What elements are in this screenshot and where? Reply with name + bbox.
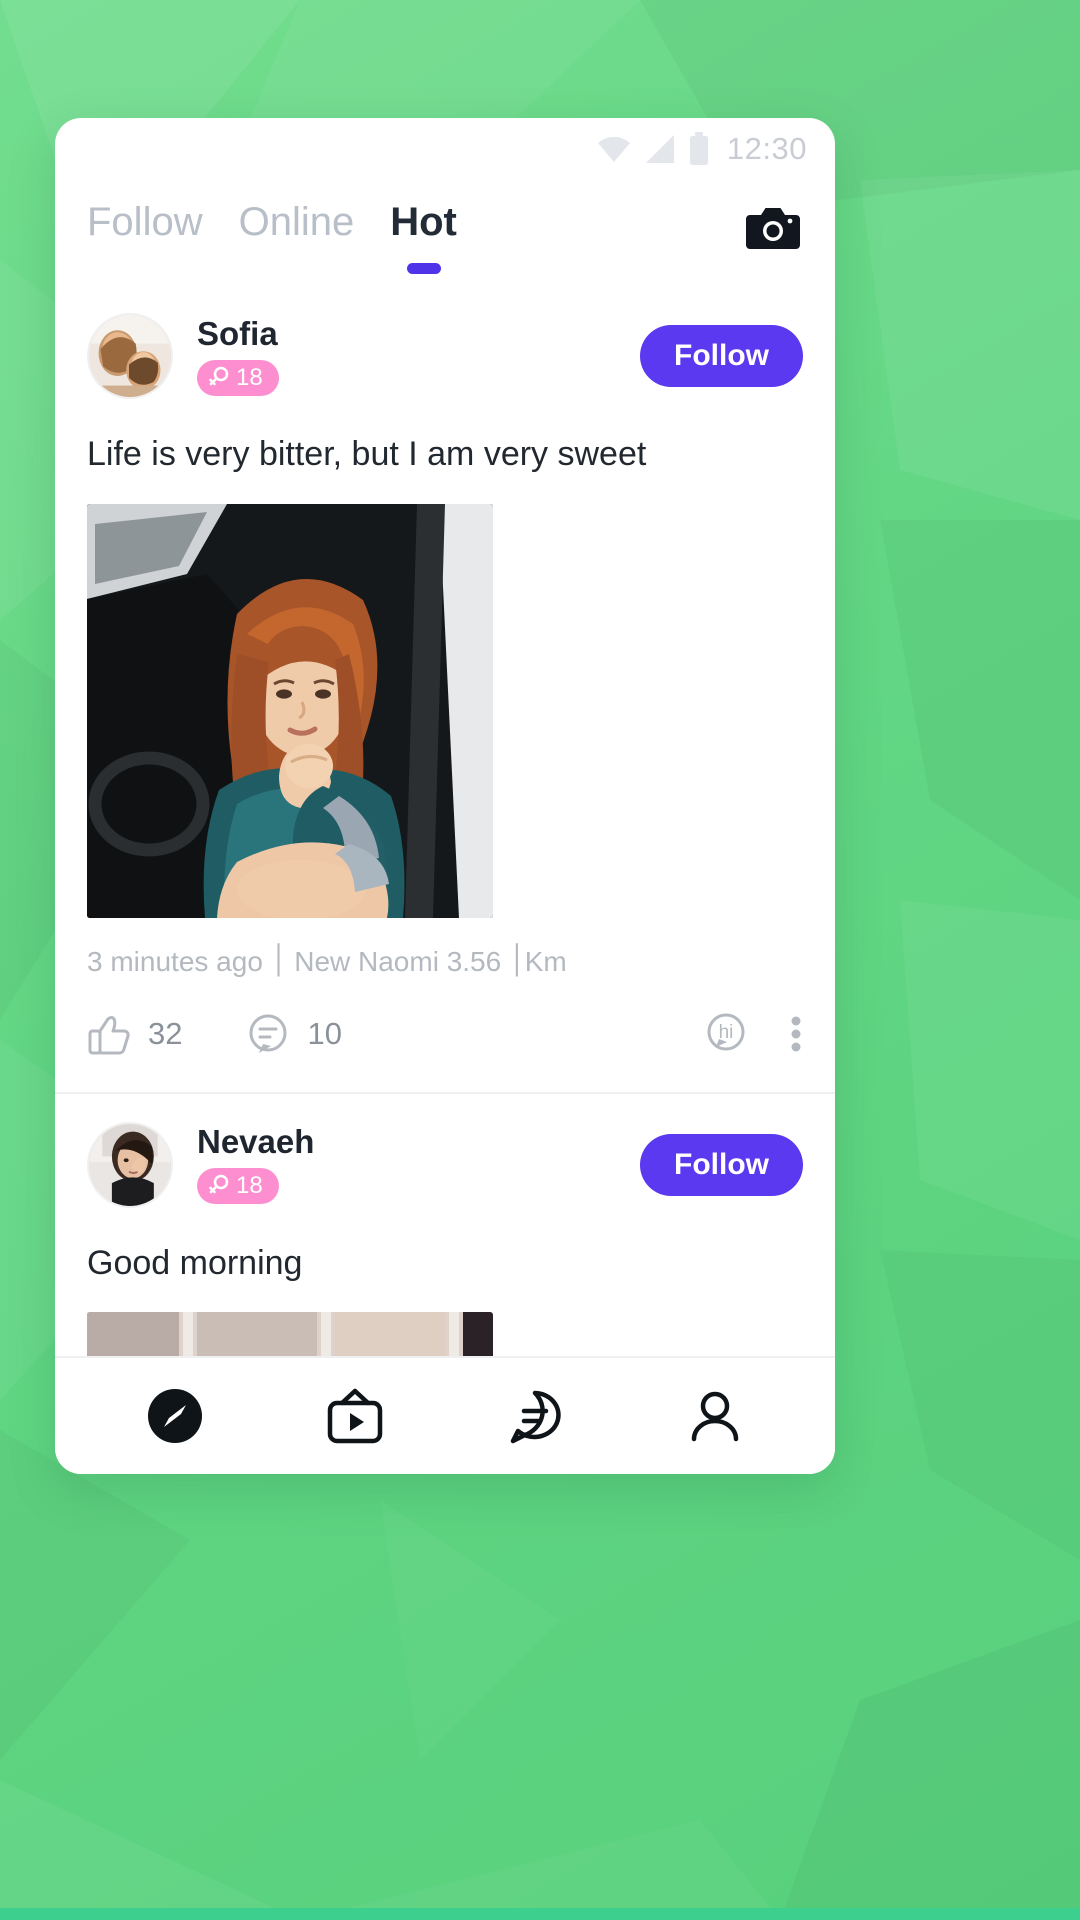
avatar-image: [89, 1123, 171, 1206]
cellular-signal-icon: [645, 135, 674, 163]
tab-hot[interactable]: Hot: [390, 200, 457, 274]
post-username: Nevaeh: [197, 1123, 315, 1160]
more-action[interactable]: [789, 1012, 803, 1056]
post-user-row: Sofia 18 Follow: [87, 313, 803, 399]
phone-screen: 12:30 Follow Online Hot Sofia 18 Follow …: [55, 118, 835, 1474]
female-gender-icon: [209, 366, 229, 385]
post-meta: 3 minutes ago ׀ New Naomi ׀ 3.56Km: [87, 945, 567, 977]
post-photo[interactable]: [87, 1312, 493, 1356]
post-user-info: Nevaeh 18: [197, 1125, 314, 1204]
status-bar: 12:30: [55, 118, 835, 180]
tab-bar: Follow Online Hot: [55, 180, 835, 285]
tab-follow[interactable]: Follow: [87, 202, 203, 248]
camera-button[interactable]: [745, 200, 801, 256]
post-photo-image: [87, 1312, 493, 1356]
battery-icon: [689, 132, 708, 165]
compass-icon: [148, 1389, 202, 1443]
tab-hot-label: Hot: [390, 200, 457, 244]
post-user-row: Nevaeh 18 Follow: [87, 1121, 803, 1208]
more-vertical-icon: [791, 1016, 801, 1051]
badge-value: 18: [236, 1172, 263, 1199]
post-photo-image: [87, 503, 493, 918]
nav-item-video[interactable]: [315, 1376, 395, 1456]
active-tab-indicator: [406, 263, 441, 274]
comment-action[interactable]: 10: [246, 1012, 342, 1056]
avatar[interactable]: [87, 313, 173, 399]
follow-button[interactable]: Follow: [640, 1133, 803, 1196]
camera-icon: [746, 208, 800, 249]
comment-count: 10: [307, 1016, 342, 1051]
tab-follow-label: Follow: [87, 200, 203, 244]
nav-item-messages[interactable]: [495, 1376, 575, 1456]
post-card: Sofia 18 Follow Life is very bitter, but: [55, 285, 835, 1092]
like-count: 32: [148, 1016, 183, 1051]
tv-play-icon: [327, 1388, 383, 1444]
thumbs-up-icon: [88, 1015, 130, 1054]
female-gender-icon: [209, 1174, 229, 1194]
person-icon: [691, 1391, 739, 1442]
greet-label: hi: [719, 1022, 734, 1043]
feed-list[interactable]: Sofia 18 Follow Life is very bitter, but: [55, 285, 835, 1356]
follow-button[interactable]: Follow: [640, 325, 803, 387]
post-card: Nevaeh 18 Follow Good morning: [55, 1091, 835, 1356]
post-caption: Life is very bitter, but I am very sweet: [87, 435, 647, 473]
like-action[interactable]: 32: [87, 1012, 182, 1056]
tab-online[interactable]: Online: [239, 202, 355, 248]
avatar-image: [89, 315, 171, 397]
bottom-navigation: [55, 1356, 835, 1474]
post-actions: 32 10 hi: [87, 1010, 803, 1092]
nav-item-discover[interactable]: [135, 1376, 215, 1456]
badge-value: 18: [236, 363, 263, 391]
greet-action[interactable]: hi: [701, 1010, 749, 1058]
nav-item-profile[interactable]: [675, 1376, 755, 1456]
avatar[interactable]: [87, 1121, 173, 1208]
post-photo[interactable]: [87, 503, 493, 918]
comment-icon: [249, 1014, 287, 1053]
status-badge: 18: [197, 359, 279, 396]
post-caption: Good morning: [87, 1243, 303, 1282]
post-username: Sofia: [197, 314, 278, 352]
status-time: 12:30: [726, 131, 807, 166]
tab-online-label: Online: [238, 200, 355, 244]
post-user-info: Sofia 18: [197, 317, 279, 396]
hi-bubble-icon: hi: [707, 1013, 745, 1050]
wifi-icon: [597, 136, 630, 162]
bottom-accent-strip: [0, 1908, 1080, 1920]
status-badge: 18: [197, 1168, 279, 1204]
chat-bubble-icon: [510, 1390, 561, 1444]
